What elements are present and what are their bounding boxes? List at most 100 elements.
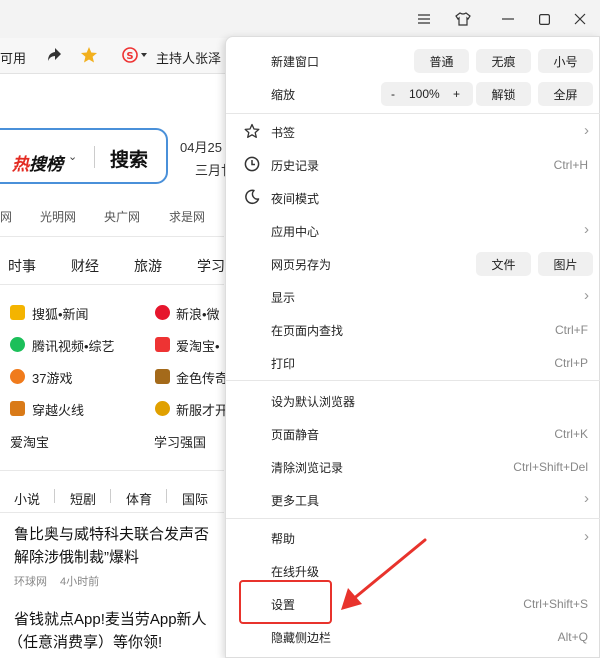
site-link[interactable]: 新服才开 <box>176 400 228 419</box>
menu-item-label: 清除浏览记录 <box>271 461 344 475</box>
menu-item-label: 缩放 <box>271 88 296 102</box>
star-favorite-icon[interactable] <box>80 46 98 67</box>
content-tab[interactable]: 小说 <box>14 489 40 508</box>
zoom-out-button[interactable]: - <box>391 87 395 101</box>
menu-item-print[interactable]: 打印 Ctrl+P <box>226 347 600 380</box>
hot-search-logo[interactable]: 热搜榜 <box>12 150 63 175</box>
divider <box>110 489 111 503</box>
nav-link[interactable]: 光明网 <box>40 208 76 225</box>
title-bar <box>0 0 600 38</box>
divider <box>166 489 167 503</box>
menu-item-label: 在线升级 <box>271 565 320 579</box>
chevron-down-icon[interactable]: ⌄ <box>68 150 77 163</box>
menu-item-default-browser[interactable]: 设为默认浏览器 <box>226 385 600 418</box>
shortcut-text: Alt+Q <box>557 630 588 644</box>
fullscreen-button[interactable]: 全屏 <box>538 82 593 106</box>
shortcut-text: Ctrl+Shift+Del <box>513 460 588 474</box>
category-tab[interactable]: 时事 <box>8 256 36 276</box>
search-button[interactable]: 搜索 <box>110 145 148 172</box>
unlock-button[interactable]: 解锁 <box>476 82 531 106</box>
bookmark-item[interactable]: 可用 <box>0 48 26 67</box>
menu-item-label: 设为默认浏览器 <box>271 395 356 409</box>
zoom-control: - 100% + <box>381 82 473 106</box>
site-link[interactable]: 37游戏 <box>32 368 72 387</box>
skin-icon[interactable] <box>452 8 474 30</box>
menu-item-bookmarks[interactable]: 书签 › <box>226 116 600 149</box>
taobao-icon <box>155 337 170 352</box>
nav-link[interactable]: 网 <box>0 208 12 225</box>
chevron-right-icon: › <box>584 528 589 545</box>
content-tab[interactable]: 体育 <box>126 489 152 508</box>
zoom-level: 100% <box>409 87 440 101</box>
menu-item-label: 新建窗口 <box>271 55 320 69</box>
nav-link[interactable]: 求是网 <box>169 208 205 225</box>
new-window-incognito-button[interactable]: 无痕 <box>476 49 531 73</box>
shortcut-text: Ctrl+F <box>555 323 588 337</box>
category-tab[interactable]: 学习 <box>197 256 225 276</box>
divider <box>0 236 224 237</box>
new-window-normal-button[interactable]: 普通 <box>414 49 469 73</box>
menu-item-label: 页面静音 <box>271 428 320 442</box>
share-icon[interactable] <box>46 46 62 67</box>
save-as-image-button[interactable]: 图片 <box>538 252 593 276</box>
site-link[interactable]: 腾讯视频•综艺 <box>32 336 115 355</box>
divider <box>94 146 95 168</box>
menu-icon[interactable] <box>413 8 435 30</box>
news-headline[interactable]: 解除涉俄制裁”爆料 <box>14 546 139 569</box>
chevron-right-icon: › <box>584 221 589 238</box>
menu-item-label: 夜间模式 <box>271 192 320 206</box>
sohu-icon <box>10 305 25 320</box>
site-link[interactable]: 穿越火线 <box>32 400 84 419</box>
svg-text:S: S <box>126 51 133 62</box>
date-text: 04月25 <box>180 140 222 155</box>
zoom-in-button[interactable]: + <box>453 87 460 101</box>
chevron-right-icon: › <box>584 287 589 304</box>
menu-item-find[interactable]: 在页面内查找 Ctrl+F <box>226 314 600 347</box>
site-link[interactable]: 新浪•微 <box>176 304 220 323</box>
menu-item-help[interactable]: 帮助 › <box>226 522 600 555</box>
news-source: 环球网 <box>14 576 47 588</box>
menu-item-app-center[interactable]: 应用中心 › <box>226 215 600 248</box>
menu-item-history[interactable]: 历史记录 Ctrl+H <box>226 149 600 182</box>
menu-divider <box>226 518 600 519</box>
new-server-icon <box>155 401 170 416</box>
news-headline[interactable]: 省钱就点App!麦当劳App新人 <box>14 608 207 631</box>
tencent-video-icon <box>10 337 25 352</box>
minimize-icon[interactable] <box>497 8 519 30</box>
menu-divider <box>226 113 600 114</box>
menu-item-hide-sidebar[interactable]: 隐藏侧边栏 Alt+Q <box>226 621 600 654</box>
news-headline[interactable]: （任意消费享）等你领! <box>8 631 162 654</box>
crossfire-icon <box>10 401 25 416</box>
category-tab[interactable]: 财经 <box>71 256 99 276</box>
menu-item-night-mode[interactable]: 夜间模式 <box>226 182 600 215</box>
menu-item-more-tools[interactable]: 更多工具 › <box>226 484 600 517</box>
new-window-alt-account-button[interactable]: 小号 <box>538 49 593 73</box>
nav-link[interactable]: 央广网 <box>104 208 140 225</box>
moon-icon <box>244 189 260 205</box>
divider <box>0 512 224 513</box>
menu-item-mute[interactable]: 页面静音 Ctrl+K <box>226 418 600 451</box>
chevron-right-icon: › <box>584 490 589 507</box>
content-tab[interactable]: 短剧 <box>70 489 96 508</box>
sogou-icon[interactable]: S <box>122 46 150 67</box>
news-headline[interactable]: 鲁比奥与威特科夫联合发声否 <box>14 523 209 546</box>
close-icon[interactable] <box>569 8 591 30</box>
site-link[interactable]: 爱淘宝 <box>10 432 49 451</box>
menu-item-display[interactable]: 显示 › <box>226 281 600 314</box>
site-link[interactable]: 学习强国 <box>154 432 206 451</box>
content-tab[interactable]: 国际 <box>182 489 208 508</box>
category-tab[interactable]: 旅游 <box>134 256 162 276</box>
chevron-right-icon: › <box>584 122 589 139</box>
menu-item-clear-history[interactable]: 清除浏览记录 Ctrl+Shift+Del <box>226 451 600 484</box>
site-link[interactable]: 爱淘宝• <box>176 336 220 355</box>
settings-highlight-box <box>239 580 332 624</box>
save-as-file-button[interactable]: 文件 <box>476 252 531 276</box>
site-link[interactable]: 金色传奇 <box>176 368 228 387</box>
menu-item-label: 显示 <box>271 291 296 305</box>
main-menu: 新建窗口 普通 无痕 小号 缩放 - 100% + 解锁 全屏 书签 › 历史记… <box>225 36 600 658</box>
bookmark-news-item[interactable]: 主持人张泽 <box>156 48 221 67</box>
maximize-icon[interactable] <box>533 8 555 30</box>
site-link[interactable]: 搜狐•新闻 <box>32 304 89 323</box>
menu-item-label: 打印 <box>271 357 296 371</box>
menu-item-label: 网页另存为 <box>271 258 332 272</box>
